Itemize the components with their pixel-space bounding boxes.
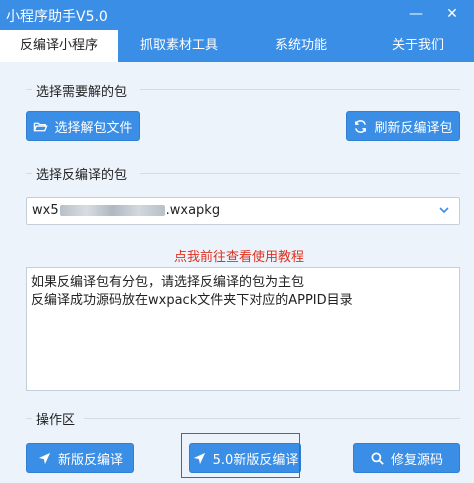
refresh-icon [355,119,367,133]
repair-source-button[interactable]: 修复源码 [353,443,460,473]
repair-source-label: 修复源码 [390,452,443,468]
window-title: 小程序助手V5.0 [6,9,108,25]
title-bar: 小程序助手V5.0 — ✕ [0,0,474,30]
close-button[interactable]: ✕ [441,3,463,25]
folder-open-icon [34,122,49,131]
refresh-package-label: 刷新反编译包 [374,120,453,136]
info-textarea[interactable]: 如果反编译包有分包，请选择反编译的包为主包 反编译成功源码放在wxpack文件夹… [26,267,460,391]
section1-divider-right [140,89,460,90]
search-icon [371,452,384,465]
operations-divider-right [84,418,460,419]
info-line: 反编译成功源码放在wxpack文件夹下对应的APPID目录 [31,293,353,308]
tab-decompile[interactable]: 反编译小程序 [0,30,118,62]
section1-label: 选择需要解的包 [32,81,132,100]
tab-about[interactable]: 关于我们 [362,30,474,62]
package-name-prefix: wx5 [32,203,59,218]
section2-divider-right [140,173,460,174]
select-file-label: 选择解包文件 [54,120,133,136]
tab-system[interactable]: 系统功能 [240,30,362,62]
tutorial-link[interactable]: 点我前往查看使用教程 [174,246,304,265]
package-name-suffix: .wxapkg [165,203,221,218]
info-line: 如果反编译包有分包，请选择反编译的包为主包 [31,275,305,290]
package-select[interactable]: wx5 .wxapkg [26,197,460,225]
new-decompile-label: 新版反编译 [57,452,123,468]
chevron-down-icon [439,207,449,214]
select-file-button[interactable]: 选择解包文件 [26,111,140,141]
refresh-package-button[interactable]: 刷新反编译包 [346,111,460,141]
tab-bar: 反编译小程序 抓取素材工具 系统功能 关于我们 [0,30,474,62]
tab-grab-assets[interactable]: 抓取素材工具 [118,30,240,62]
minimize-button[interactable]: — [405,3,427,25]
section2-label: 选择反编译的包 [32,164,132,183]
package-select-value: wx5 .wxapkg [32,203,220,218]
new-decompile-button[interactable]: 新版反编译 [26,443,134,473]
redacted-app-id [59,205,165,216]
navigation-arrow-icon [38,452,51,464]
highlight-annotation-box [181,433,300,478]
operations-label: 操作区 [32,409,80,428]
